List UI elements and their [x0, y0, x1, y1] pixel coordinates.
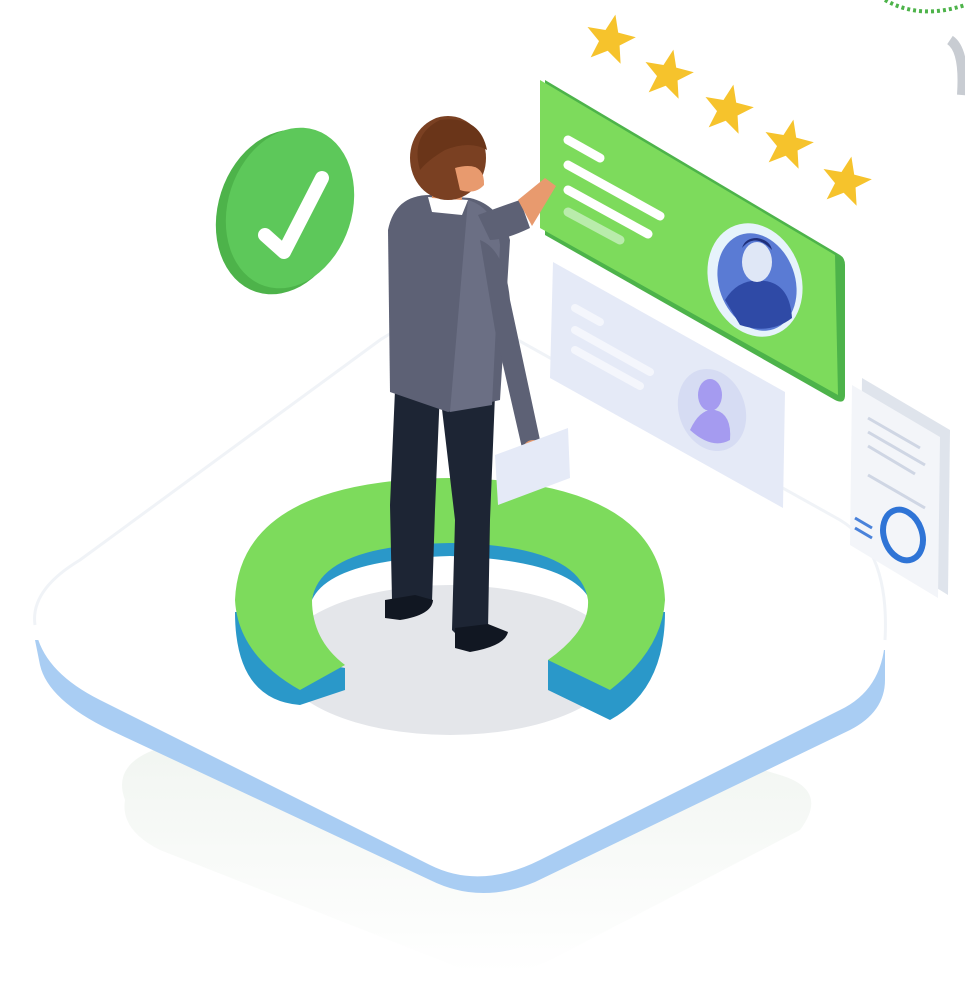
star-icon [645, 49, 694, 99]
progress-ring [235, 478, 665, 735]
approval-badge [215, 127, 355, 295]
corner-decoration [884, 0, 965, 96]
hiring-illustration [33, 0, 965, 974]
star-icon [705, 84, 754, 134]
star-icon [765, 119, 814, 169]
star-icon [823, 156, 872, 206]
star-icon [587, 14, 636, 64]
